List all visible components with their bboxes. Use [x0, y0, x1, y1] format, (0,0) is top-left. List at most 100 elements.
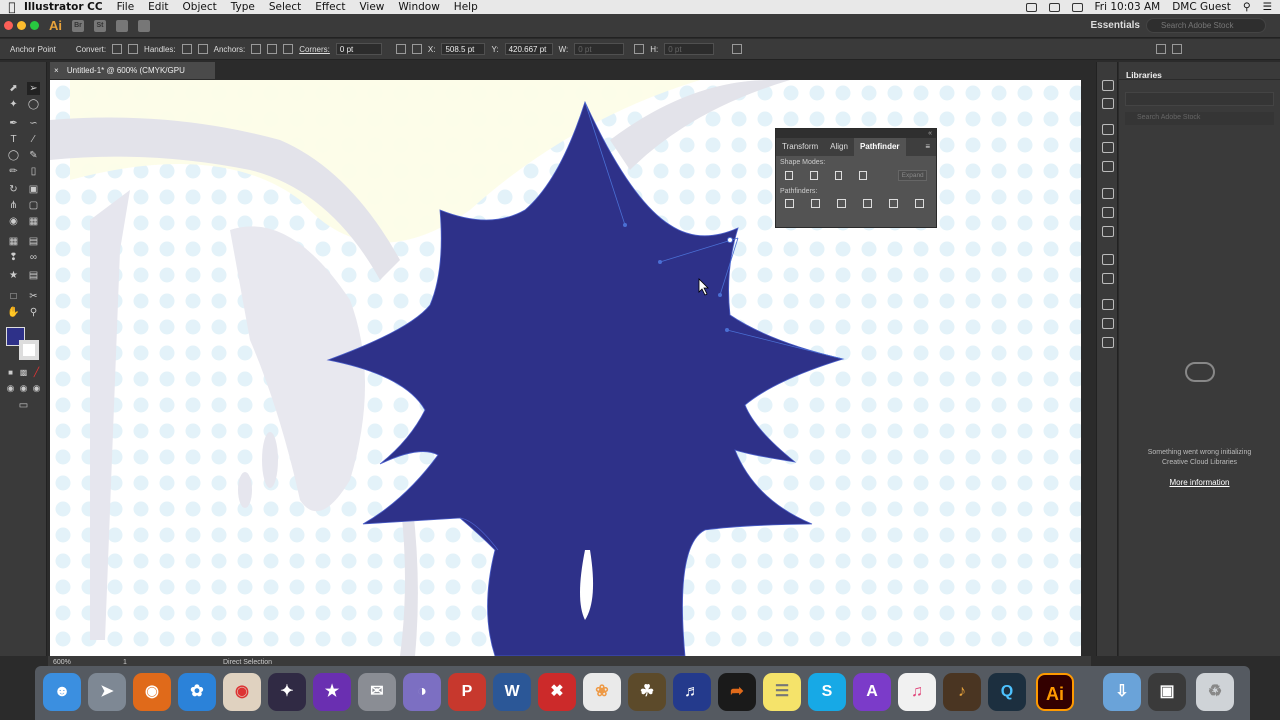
- menu-edit[interactable]: Edit: [148, 1, 168, 13]
- handle-point-4[interactable]: [725, 328, 729, 332]
- tab-transform[interactable]: Transform: [776, 138, 824, 156]
- panel-menu-icon[interactable]: ≡: [919, 138, 936, 156]
- unite-icon[interactable]: [785, 171, 793, 180]
- rotate-tool-icon[interactable]: ↻: [7, 183, 20, 196]
- library-search-input[interactable]: Search Adobe Stock: [1125, 112, 1274, 125]
- handle-point-2[interactable]: [658, 260, 662, 264]
- finder-icon[interactable]: ☻: [43, 673, 81, 711]
- artboard-number[interactable]: 1: [123, 659, 163, 666]
- photos-icon[interactable]: ❀: [583, 673, 621, 711]
- zoom-tool-icon[interactable]: ⚲: [27, 306, 40, 319]
- menu-select[interactable]: Select: [269, 1, 301, 13]
- graph-tool-icon[interactable]: ▤: [27, 269, 40, 282]
- w-field[interactable]: 0 pt: [574, 43, 625, 55]
- tab-align[interactable]: Align: [824, 138, 854, 156]
- imovie-icon[interactable]: ★: [313, 673, 351, 711]
- minus-back-icon[interactable]: [915, 199, 924, 208]
- scale-tool-icon[interactable]: ▣: [27, 183, 40, 196]
- skype-icon[interactable]: S: [808, 673, 846, 711]
- align-anchor-icon[interactable]: [411, 44, 422, 54]
- color-picker-icon[interactable]: ◑: [403, 673, 441, 711]
- affinity-icon[interactable]: A: [853, 673, 891, 711]
- pen-tool-icon[interactable]: ✒: [7, 117, 20, 130]
- tab-pathfinder[interactable]: Pathfinder: [853, 138, 906, 156]
- exclude-icon[interactable]: [859, 171, 868, 180]
- volume-icon[interactable]: [1071, 2, 1083, 12]
- handle-point-3[interactable]: [718, 293, 722, 297]
- none-mode-icon[interactable]: ╱: [30, 366, 43, 379]
- menu-effect[interactable]: Effect: [315, 1, 345, 13]
- current-tool[interactable]: Direct Selection: [223, 659, 272, 666]
- gradient-mode-icon[interactable]: ▩: [17, 366, 30, 379]
- width-tool-icon[interactable]: ⋔: [7, 199, 20, 212]
- zoom-level[interactable]: 600%: [53, 659, 93, 666]
- divide-icon[interactable]: [785, 199, 794, 208]
- paintbrush-icon[interactable]: ✎: [27, 149, 40, 162]
- illustrator-icon[interactable]: Ai: [1036, 673, 1074, 711]
- x-app-icon[interactable]: ✖: [538, 673, 576, 711]
- status-icon[interactable]: [1025, 2, 1037, 12]
- color-panel-icon[interactable]: [1102, 80, 1114, 91]
- x-field[interactable]: 508.5 pt: [441, 43, 486, 55]
- app-name-menu[interactable]: Illustrator CC: [24, 1, 103, 13]
- eraser-icon[interactable]: ▯: [27, 165, 40, 178]
- audacity-icon[interactable]: ♬: [673, 673, 711, 711]
- menu-view[interactable]: View: [359, 1, 384, 13]
- clock[interactable]: Fri 10:03 AM: [1095, 1, 1161, 13]
- cut-path-icon[interactable]: [283, 44, 294, 54]
- trim-icon[interactable]: [811, 199, 820, 208]
- bridge-button[interactable]: Br: [72, 19, 84, 32]
- minimize-window-button[interactable]: [17, 21, 26, 30]
- artboard-tool-icon[interactable]: □: [7, 290, 20, 303]
- convert-corner-icon[interactable]: [112, 44, 123, 54]
- final-cut-icon[interactable]: ✦: [268, 673, 306, 711]
- transparency-icon[interactable]: [1102, 226, 1114, 237]
- gradient-tool-icon[interactable]: ▤: [27, 235, 40, 248]
- magic-wand-icon[interactable]: ✦: [7, 98, 20, 111]
- panel-titlebar[interactable]: «: [776, 129, 936, 138]
- convert-smooth-icon[interactable]: [128, 44, 139, 54]
- stroke-swatch[interactable]: [19, 340, 39, 360]
- avervision-icon[interactable]: ➦: [718, 673, 756, 711]
- graphic-styles-icon[interactable]: [1102, 273, 1114, 284]
- shape-builder-icon[interactable]: ◉: [7, 215, 20, 228]
- color-guide-icon[interactable]: [1102, 98, 1114, 109]
- itunes-icon[interactable]: ♫: [898, 673, 936, 711]
- notes-icon[interactable]: ☰: [763, 673, 801, 711]
- downloads-folder-icon[interactable]: ⇩: [1103, 673, 1141, 711]
- panel-menu-icon[interactable]: [1172, 44, 1183, 54]
- shaper-tool-icon[interactable]: ✏: [7, 165, 20, 178]
- powerpoint-icon[interactable]: P: [448, 673, 486, 711]
- safari-icon[interactable]: ✿: [178, 673, 216, 711]
- menu-help[interactable]: Help: [454, 1, 478, 13]
- mesh-tool-icon[interactable]: ▦: [7, 235, 20, 248]
- appearance-icon[interactable]: [1102, 254, 1114, 265]
- minus-front-icon[interactable]: [809, 171, 818, 180]
- menu-file[interactable]: File: [117, 1, 135, 13]
- perspective-grid-icon[interactable]: ▦: [27, 215, 40, 228]
- stock-button[interactable]: St: [94, 19, 106, 32]
- export-icon[interactable]: [1102, 299, 1114, 310]
- quicktime-icon[interactable]: Q: [988, 673, 1026, 711]
- y-field[interactable]: 420.667 pt: [504, 43, 553, 55]
- free-transform-icon[interactable]: ▢: [27, 199, 40, 212]
- wifi-icon[interactable]: [1048, 2, 1060, 12]
- library-dropdown[interactable]: [1125, 92, 1274, 106]
- intersect-icon[interactable]: [834, 171, 843, 180]
- menu-object[interactable]: Object: [183, 1, 217, 13]
- select-similar-icon[interactable]: [395, 44, 406, 54]
- document-tab[interactable]: × Untitled-1* @ 600% (CMYK/GPU Preview): [50, 62, 215, 92]
- merge-icon[interactable]: [837, 199, 846, 208]
- screen-mode-icon[interactable]: ▭: [17, 399, 30, 412]
- align-panel-icon[interactable]: [1156, 44, 1167, 54]
- anchor-point[interactable]: [727, 237, 733, 243]
- spotlight-icon[interactable]: ⚲: [1243, 1, 1251, 13]
- connect-anchor-icon[interactable]: [267, 44, 278, 54]
- zoom-window-button[interactable]: [30, 21, 39, 30]
- slice-tool-icon[interactable]: ✂: [27, 290, 40, 303]
- menu-window[interactable]: Window: [398, 1, 439, 13]
- line-tool-icon[interactable]: ⁄: [27, 133, 40, 146]
- pineapple-icon[interactable]: ☘: [628, 673, 666, 711]
- stroke-panel-icon[interactable]: [1102, 188, 1114, 199]
- gradient-panel-icon[interactable]: [1102, 207, 1114, 218]
